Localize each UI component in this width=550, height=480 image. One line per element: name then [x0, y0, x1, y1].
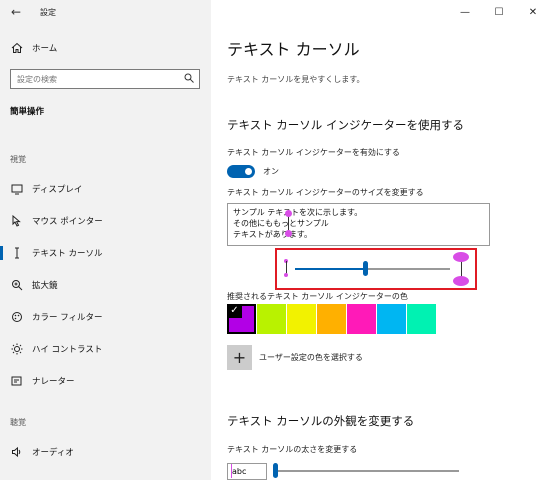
thickness-slider-track[interactable]	[277, 470, 459, 472]
small-indicator-icon	[284, 259, 288, 277]
add-custom-color-button[interactable]: +	[227, 345, 252, 370]
sidebar-item-label: カラー フィルター	[32, 313, 103, 323]
app-title: 設定	[40, 8, 56, 17]
titlebar: ← 設定	[0, 0, 211, 24]
enable-indicator-label: テキスト カーソル インジケーターを有効にする	[227, 148, 400, 157]
sidebar-item-label: 拡大鏡	[32, 281, 58, 291]
color-swatch[interactable]: ✓	[227, 304, 256, 334]
indicator-heading: テキスト カーソル インジケーターを使用する	[227, 118, 464, 132]
sidebar-item-text-cursor[interactable]: テキスト カーソル	[0, 242, 211, 264]
size-slider-highlight	[275, 248, 477, 290]
mouse-pointer-icon	[10, 214, 24, 228]
sidebar: ← 設定 ホーム 簡単操作 視覚 ディスプレイ マウス ポインター テキスト カ…	[0, 0, 211, 480]
sidebar-item-label: マウス ポインター	[32, 217, 103, 227]
sidebar-item-label: ディスプレイ	[32, 185, 83, 195]
color-filter-icon	[10, 310, 24, 324]
page-subtitle: テキスト カーソルを見やすくします。	[227, 75, 365, 84]
preview-line: サンプル テキストを次に示します。	[233, 208, 363, 217]
audio-icon	[10, 445, 24, 459]
sidebar-item-label: ハイ コントラスト	[32, 345, 103, 355]
sidebar-item-label: ナレーター	[32, 377, 75, 387]
color-swatch[interactable]	[407, 304, 436, 334]
large-indicator-icon	[453, 252, 469, 286]
appearance-heading: テキスト カーソルの外観を変更する	[227, 414, 415, 428]
indicator-size-label: テキスト カーソル インジケーターのサイズを変更する	[227, 188, 424, 197]
size-slider-fill	[295, 268, 365, 270]
color-swatches: ✓	[227, 304, 437, 334]
close-icon[interactable]: ✕	[516, 0, 550, 24]
window-controls: — ☐ ✕	[448, 0, 550, 24]
section-heading: 簡単操作	[10, 107, 45, 117]
preview-line: その他にももっとサンプル	[233, 219, 329, 228]
color-label: 推奨されるテキスト カーソル インジケーターの色	[227, 292, 408, 301]
page-title: テキスト カーソル	[227, 40, 360, 59]
custom-color-label[interactable]: ユーザー設定の色を選択する	[259, 352, 363, 363]
checkmark-icon: ✓	[227, 304, 242, 318]
maximize-icon[interactable]: ☐	[482, 0, 516, 24]
color-swatch[interactable]	[287, 304, 316, 334]
back-arrow-icon[interactable]: ←	[8, 4, 24, 20]
thickness-label: テキスト カーソルの太さを変更する	[227, 445, 358, 454]
sidebar-item-magnifier[interactable]: 拡大鏡	[0, 274, 211, 296]
toggle-state-label: オン	[263, 167, 279, 176]
color-swatch[interactable]	[317, 304, 346, 334]
toggle-knob	[245, 168, 252, 175]
size-slider-thumb[interactable]	[362, 261, 368, 276]
magnifier-icon	[10, 278, 24, 292]
preview-indicator-top	[285, 210, 292, 217]
text-cursor-icon	[10, 246, 24, 260]
sidebar-item-home[interactable]: ホーム	[0, 37, 211, 59]
home-icon	[10, 41, 24, 55]
group-label-vision: 視覚	[10, 155, 26, 164]
search-input[interactable]	[11, 70, 171, 88]
high-contrast-icon	[10, 342, 24, 356]
group-label-hearing: 聴覚	[10, 418, 26, 427]
sidebar-item-display[interactable]: ディスプレイ	[0, 178, 211, 200]
minimize-icon[interactable]: —	[448, 0, 482, 24]
main-content: — ☐ ✕ テキスト カーソル テキスト カーソルを見やすくします。 テキスト …	[211, 0, 550, 480]
sidebar-item-label: テキスト カーソル	[32, 249, 103, 259]
search-field[interactable]	[10, 69, 200, 89]
thickness-slider-thumb[interactable]	[273, 463, 278, 478]
preview-line: テキストがあります。	[233, 230, 312, 239]
sidebar-item-color-filter[interactable]: カラー フィルター	[0, 306, 211, 328]
color-swatch[interactable]	[257, 304, 286, 334]
sidebar-item-label: ホーム	[32, 44, 58, 54]
color-swatch[interactable]	[347, 304, 376, 334]
color-swatch[interactable]	[377, 304, 406, 334]
sidebar-item-label: オーディオ	[32, 448, 74, 458]
preview-text-box: サンプル テキストを次に示します。 その他にももっとサンプル テキストがあります…	[227, 203, 490, 246]
thickness-preview: abc	[227, 463, 267, 480]
sidebar-item-mouse-pointer[interactable]: マウス ポインター	[0, 210, 211, 232]
thickness-preview-cursor	[231, 464, 232, 478]
search-icon[interactable]	[184, 73, 194, 86]
display-icon	[10, 182, 24, 196]
sidebar-item-audio[interactable]: オーディオ	[0, 441, 211, 463]
sidebar-item-high-contrast[interactable]: ハイ コントラスト	[0, 338, 211, 360]
sidebar-item-narrator[interactable]: ナレーター	[0, 370, 211, 392]
indicator-toggle[interactable]	[227, 165, 255, 178]
preview-indicator-bottom	[285, 230, 292, 237]
narrator-icon	[10, 374, 24, 388]
